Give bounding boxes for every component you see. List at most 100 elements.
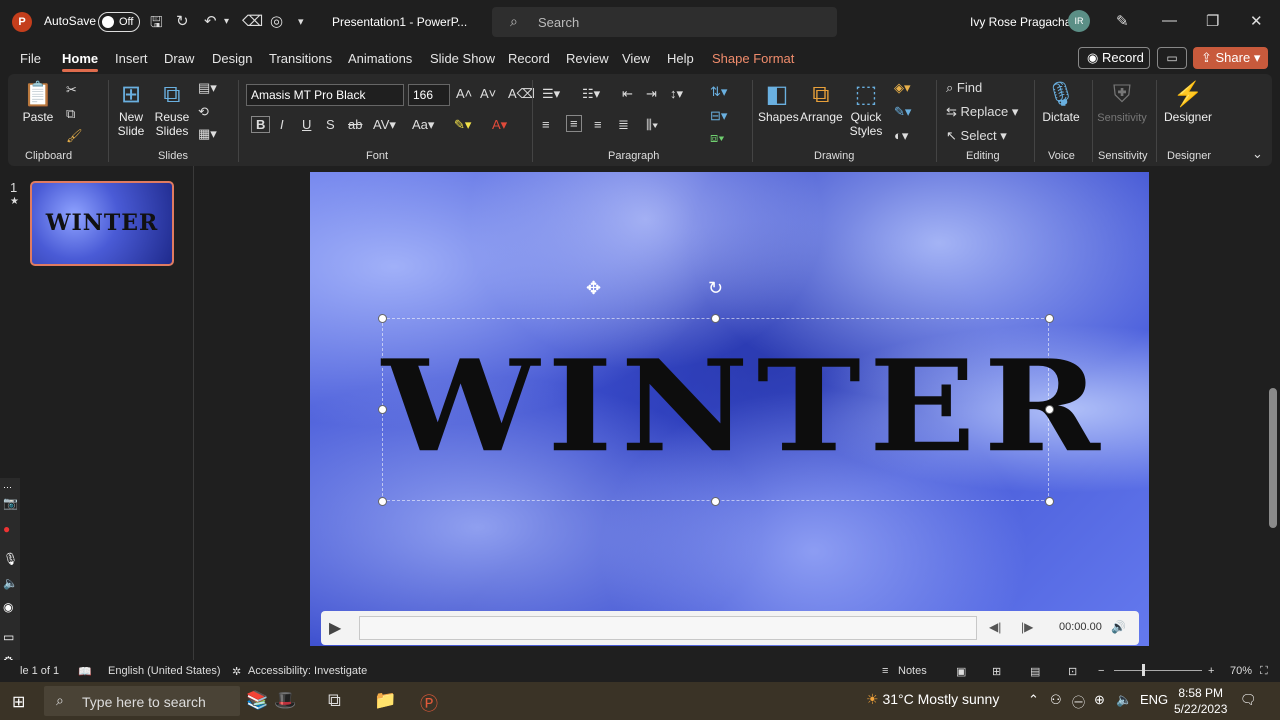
play-icon[interactable]: ▶ xyxy=(329,618,341,638)
record-button[interactable]: ◉ Record xyxy=(1078,47,1150,69)
clear-formatting-icon[interactable]: A⌫ xyxy=(508,86,535,102)
new-slide-button[interactable]: ⊞ New Slide xyxy=(114,80,148,138)
maximize-icon[interactable]: ❐ xyxy=(1206,12,1219,30)
increase-font-icon[interactable]: A˄ xyxy=(456,86,472,101)
quick-styles-button[interactable]: ⬚ Quick Styles xyxy=(844,80,888,138)
align-text-icon[interactable]: ⊟▾ xyxy=(710,108,727,124)
shape-effects-icon[interactable]: ◐▾ xyxy=(894,128,908,144)
accessibility-status[interactable]: Accessibility: Investigate xyxy=(248,665,367,677)
resize-handle[interactable] xyxy=(1045,497,1054,506)
minimize-icon[interactable]: — xyxy=(1162,12,1177,29)
media-progress-bar[interactable] xyxy=(359,616,977,640)
rotate-handle-icon[interactable]: ↻ xyxy=(708,278,723,299)
increase-indent-icon[interactable]: ⇥ xyxy=(646,86,657,102)
zoom-slider-thumb[interactable] xyxy=(1142,664,1145,676)
reading-view-icon[interactable]: ▤ xyxy=(1030,665,1040,678)
camera-icon[interactable]: 📷 xyxy=(3,496,18,510)
clock[interactable]: 8:58 PM 5/22/2023 xyxy=(1174,685,1227,717)
undo-dropdown-icon[interactable]: ▾ xyxy=(224,16,229,27)
font-color-icon[interactable]: A▾ xyxy=(492,117,507,133)
tab-view[interactable]: View xyxy=(622,51,650,66)
zoom-level[interactable]: 70% xyxy=(1230,665,1252,677)
pen-icon[interactable]: ✎ xyxy=(1116,12,1129,30)
slide-title-text[interactable]: WINTER xyxy=(382,331,1100,484)
ime-icon[interactable]: ㊀ xyxy=(1072,692,1085,711)
bullets-icon[interactable]: ☰▾ xyxy=(542,86,560,102)
record-dot-icon[interactable]: ● xyxy=(3,522,10,536)
decrease-font-icon[interactable]: A˅ xyxy=(480,86,496,101)
slide-sorter-icon[interactable]: ⊞ xyxy=(992,665,1001,678)
hat-icon[interactable]: 🎩 xyxy=(274,690,296,711)
line-spacing-icon[interactable]: ↕▾ xyxy=(670,86,683,102)
tab-file[interactable]: File xyxy=(20,51,41,66)
notifications-icon[interactable]: 🗨 xyxy=(1240,692,1257,708)
toolstrip-menu-icon[interactable]: ⋯ xyxy=(3,482,12,493)
highlight-icon[interactable]: ✎▾ xyxy=(454,117,471,133)
shape-outline-icon[interactable]: ✎▾ xyxy=(894,104,911,120)
shape-fill-icon[interactable]: ◎ xyxy=(270,12,283,30)
spelling-icon[interactable]: 📖 xyxy=(78,665,92,678)
zoom-in-icon[interactable]: + xyxy=(1208,665,1214,677)
user-name[interactable]: Ivy Rose Pragacha xyxy=(970,15,1071,29)
zoom-out-icon[interactable]: − xyxy=(1098,665,1104,677)
window-icon[interactable]: ▭ xyxy=(3,630,14,644)
align-right-icon[interactable]: ≡ xyxy=(594,117,602,132)
change-case-icon[interactable]: Aa▾ xyxy=(412,117,434,133)
paste-button[interactable]: 📋 Paste xyxy=(20,80,56,124)
find-button[interactable]: ⌕ Find xyxy=(946,80,982,96)
reset-icon[interactable]: ⟲ xyxy=(198,104,209,120)
italic-icon[interactable]: I xyxy=(280,117,284,132)
text-direction-icon[interactable]: ⇅▾ xyxy=(710,84,727,100)
slide-thumbnail[interactable]: WINTER xyxy=(30,181,174,266)
tab-home[interactable]: Home xyxy=(62,51,99,72)
arrange-button[interactable]: ⧉ Arrange xyxy=(800,80,843,124)
search-box[interactable]: ⌕ Search xyxy=(492,7,837,37)
shadow-icon[interactable]: S xyxy=(326,117,335,132)
cut-icon[interactable]: ✂ xyxy=(66,82,77,98)
smartart-icon[interactable]: ⧈▾ xyxy=(710,130,725,146)
webcam-icon[interactable]: ◉ xyxy=(3,600,13,614)
save-icon[interactable]: 🖫 xyxy=(150,12,163,37)
weather-widget[interactable]: ☀ 31°C Mostly sunny xyxy=(866,691,999,708)
character-spacing-icon[interactable]: AV▾ xyxy=(373,117,396,133)
tab-draw[interactable]: Draw xyxy=(164,51,194,66)
close-icon[interactable]: ✕ xyxy=(1250,12,1263,30)
resize-handle[interactable] xyxy=(378,314,387,323)
skip-back-icon[interactable]: ◀| xyxy=(989,620,1001,634)
customize-quick-access-icon[interactable]: ▾ xyxy=(298,15,304,28)
tab-design[interactable]: Design xyxy=(212,51,252,66)
tab-shape-format[interactable]: Shape Format xyxy=(712,51,794,66)
windows-start-icon[interactable]: ⊞ xyxy=(12,692,25,712)
designer-button[interactable]: ⚡ Designer xyxy=(1160,80,1216,124)
dictate-button[interactable]: 🎙 Dictate xyxy=(1038,80,1084,124)
autosave-toggle[interactable]: Off xyxy=(98,12,140,32)
font-name-select[interactable]: Amasis MT Pro Black xyxy=(246,84,404,106)
justify-icon[interactable]: ≣ xyxy=(618,117,629,133)
layout-icon[interactable]: ▤▾ xyxy=(198,80,217,96)
tab-record[interactable]: Record xyxy=(508,51,550,66)
resize-handle[interactable] xyxy=(1045,405,1054,414)
vertical-scrollbar[interactable] xyxy=(1266,166,1280,660)
bold-icon[interactable]: B xyxy=(251,116,271,133)
network-globe-icon[interactable]: ⊕ xyxy=(1094,692,1105,708)
underline-icon[interactable]: U xyxy=(302,117,311,132)
tab-review[interactable]: Review xyxy=(566,51,609,66)
volume-icon[interactable]: 🔈 xyxy=(1116,692,1132,708)
strikethrough-icon[interactable]: ab xyxy=(348,117,362,132)
align-left-icon[interactable]: ≡ xyxy=(542,117,550,132)
input-language[interactable]: ENG xyxy=(1140,692,1168,707)
books-icon[interactable]: 📚 xyxy=(246,690,268,711)
taskbar-search[interactable]: ⌕ Type here to search xyxy=(44,686,240,716)
notes-button[interactable]: Notes xyxy=(898,665,927,677)
reuse-slides-button[interactable]: ⧉ Reuse Slides xyxy=(154,80,190,138)
replace-button[interactable]: ⇆ Replace ▾ xyxy=(946,104,1018,120)
font-size-select[interactable]: 166 xyxy=(408,84,450,106)
people-icon[interactable]: ⚇ xyxy=(1050,692,1062,708)
eraser-icon[interactable]: ⌫ xyxy=(242,12,263,30)
resize-handle[interactable] xyxy=(378,497,387,506)
copy-icon[interactable]: ⧉ xyxy=(66,106,75,122)
comments-icon[interactable]: ▭ xyxy=(1157,47,1187,69)
volume-icon[interactable]: 🔊 xyxy=(1111,620,1126,634)
columns-icon[interactable]: ⫼▾ xyxy=(646,117,658,133)
section-icon[interactable]: ▦▾ xyxy=(198,126,217,142)
